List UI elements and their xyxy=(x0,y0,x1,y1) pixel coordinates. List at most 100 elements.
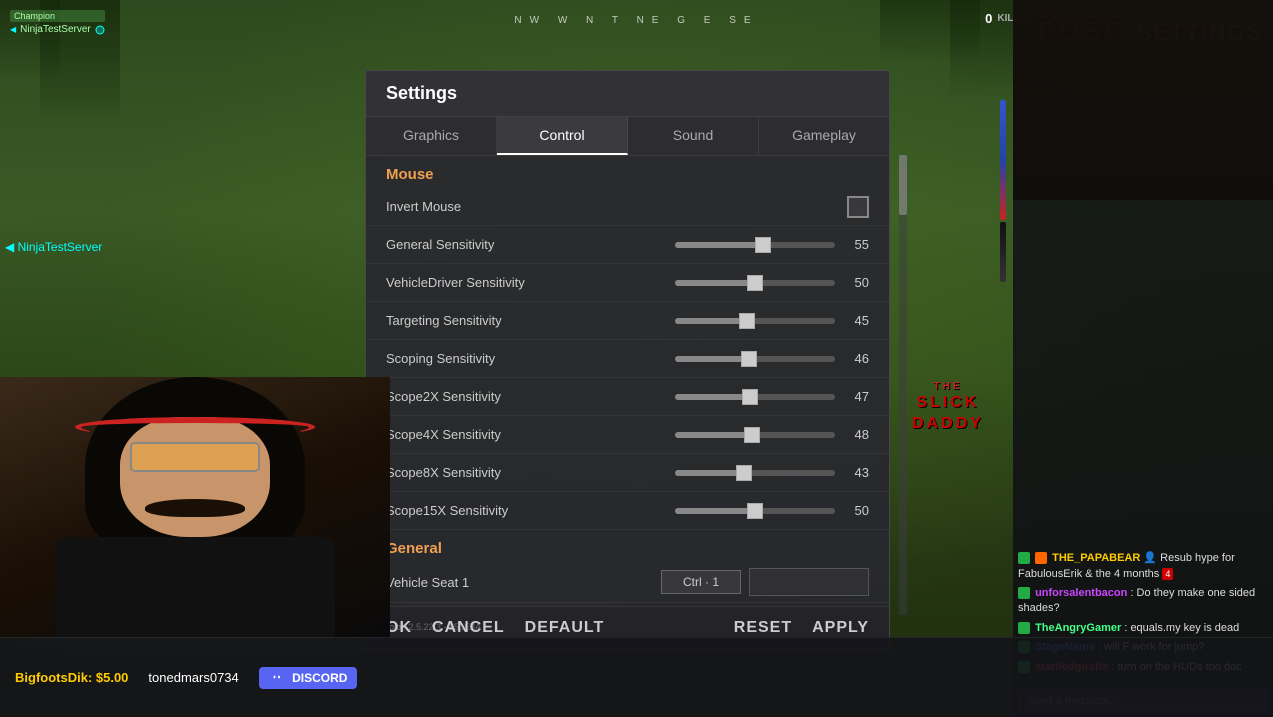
scope2x-sensitivity-thumb[interactable] xyxy=(742,389,758,405)
hud-top-left: Champion NinjaTestServer xyxy=(10,10,105,35)
slick-daddy-slick: SLICK xyxy=(912,393,984,414)
general-sensitivity-label: General Sensitivity xyxy=(386,237,675,252)
tab-control[interactable]: Control xyxy=(497,117,628,155)
scope15x-sensitivity-track[interactable] xyxy=(675,508,835,514)
apply-button[interactable]: APPLY xyxy=(812,619,869,637)
settings-scrollbar[interactable] xyxy=(899,155,907,615)
vehicledriver-sensitivity-track[interactable] xyxy=(675,280,835,286)
badge-icon xyxy=(1035,552,1047,564)
scope8x-sensitivity-control: 43 xyxy=(675,465,869,480)
default-button[interactable]: DEFAULT xyxy=(525,619,605,637)
scope15x-sensitivity-label: Scope15X Sensitivity xyxy=(386,503,675,518)
settings-panel: Settings Graphics Control Sound Gameplay… xyxy=(365,70,890,650)
sub-icon-2 xyxy=(1018,622,1030,634)
setting-row-scope2x-sensitivity: Scope2X Sensitivity 47 xyxy=(366,378,889,416)
scope15x-sensitivity-thumb[interactable] xyxy=(747,503,763,519)
general-sensitivity-track[interactable] xyxy=(675,242,835,248)
invert-mouse-checkbox[interactable] xyxy=(847,196,869,218)
general-sensitivity-fill xyxy=(675,242,763,248)
setting-row-scope4x-sensitivity: Scope4X Sensitivity 48 xyxy=(366,416,889,454)
scope4x-sensitivity-thumb[interactable] xyxy=(744,427,760,443)
targeting-sensitivity-value: 45 xyxy=(841,313,869,328)
reset-button[interactable]: RESET xyxy=(734,619,792,637)
weapon-strip-bottom xyxy=(1000,222,1006,282)
settings-tabs: Graphics Control Sound Gameplay xyxy=(366,117,889,156)
sub-badge-0: 4 xyxy=(1162,568,1173,580)
scoping-sensitivity-label: Scoping Sensitivity xyxy=(386,351,675,366)
setting-row-invert-mouse: Invert Mouse xyxy=(366,188,889,226)
discord-text: DISCORD xyxy=(292,671,347,685)
general-section-header: General xyxy=(366,530,889,562)
donation-text: BigfootsDik: $5.00 xyxy=(15,670,128,685)
setting-row-vehicledriver-sensitivity: VehicleDriver Sensitivity 50 xyxy=(366,264,889,302)
chat-text-2: : equals.my key is dead xyxy=(1124,622,1239,634)
vehicledriver-sensitivity-value: 50 xyxy=(841,275,869,290)
scoping-sensitivity-thumb[interactable] xyxy=(741,351,757,367)
setting-row-vehicle-seat-1: Vehicle Seat 1 Ctrl · 1 xyxy=(366,562,889,603)
scoping-sensitivity-track[interactable] xyxy=(675,356,835,362)
scope15x-sensitivity-control: 50 xyxy=(675,503,869,518)
chat-message-1: unforsalentbacon : Do they make one side… xyxy=(1018,586,1268,617)
weapon-bar xyxy=(993,100,1013,300)
scope15x-sensitivity-fill xyxy=(675,508,755,514)
scoping-sensitivity-value: 46 xyxy=(841,351,869,366)
tab-graphics[interactable]: Graphics xyxy=(366,117,497,155)
scope2x-sensitivity-label: Scope2X Sensitivity xyxy=(386,389,675,404)
sub-icon-1 xyxy=(1018,587,1030,599)
scope4x-sensitivity-label: Scope4X Sensitivity xyxy=(386,427,675,442)
vehicle-seat-1-secondary[interactable] xyxy=(749,568,869,596)
scope8x-sensitivity-track[interactable] xyxy=(675,470,835,476)
scope8x-sensitivity-value: 43 xyxy=(841,465,869,480)
slick-daddy-daddy: DADDY xyxy=(912,414,984,435)
player-name: NinjaTestServer xyxy=(20,24,91,35)
mouse-section-header: Mouse xyxy=(366,156,889,188)
chat-username-2: TheAngryGamer xyxy=(1035,622,1121,634)
scope8x-sensitivity-label: Scope8X Sensitivity xyxy=(386,465,675,480)
scope8x-sensitivity-thumb[interactable] xyxy=(736,465,752,481)
scope4x-sensitivity-control: 48 xyxy=(675,427,869,442)
scope2x-sensitivity-control: 47 xyxy=(675,389,869,404)
scope2x-sensitivity-track[interactable] xyxy=(675,394,835,400)
targeting-sensitivity-label: Targeting Sensitivity xyxy=(386,313,675,328)
scope8x-sensitivity-fill xyxy=(675,470,744,476)
chat-message-2: TheAngryGamer : equals.my key is dead xyxy=(1018,621,1268,636)
webcam-area xyxy=(0,377,390,637)
vehicle-seat-1-control: Ctrl · 1 xyxy=(661,568,869,596)
streamer-body xyxy=(55,537,335,637)
player-indicator-icon xyxy=(95,25,105,35)
tab-sound[interactable]: Sound xyxy=(628,117,759,155)
general-sensitivity-thumb[interactable] xyxy=(755,237,771,253)
subscriber-icon xyxy=(1018,552,1030,564)
vehicle-seat-1-keybind[interactable]: Ctrl · 1 xyxy=(661,570,741,594)
scoping-sensitivity-control: 46 xyxy=(675,351,869,366)
targeting-sensitivity-track[interactable] xyxy=(675,318,835,324)
footer-right-buttons: RESET APPLY xyxy=(734,619,869,637)
chat-panel: THE_PAPABEAR 👤 Resub hype for FabulousEr… xyxy=(1013,0,1273,717)
discord-icon xyxy=(269,672,285,684)
chat-avatar-0: 👤 xyxy=(1143,552,1160,564)
vehicledriver-sensitivity-control: 50 xyxy=(675,275,869,290)
chat-username-1: unforsalentbacon xyxy=(1035,587,1127,599)
weapon-strip-top xyxy=(1000,100,1006,220)
scope4x-sensitivity-track[interactable] xyxy=(675,432,835,438)
chat-top-area xyxy=(1013,0,1273,200)
scope2x-sensitivity-fill xyxy=(675,394,750,400)
vehicledriver-sensitivity-label: VehicleDriver Sensitivity xyxy=(386,275,675,290)
vehicle-seat-1-label: Vehicle Seat 1 xyxy=(386,575,661,590)
vehicledriver-sensitivity-fill xyxy=(675,280,755,286)
scope15x-sensitivity-value: 50 xyxy=(841,503,869,518)
streamer-mustache xyxy=(145,499,245,517)
scope4x-sensitivity-value: 48 xyxy=(841,427,869,442)
setting-row-scope8x-sensitivity: Scope8X Sensitivity 43 xyxy=(366,454,889,492)
settings-title: Settings xyxy=(366,71,889,117)
compass: NW W N T NE G E SE xyxy=(514,15,758,26)
targeting-sensitivity-control: 45 xyxy=(675,313,869,328)
setting-row-targeting-sensitivity: Targeting Sensitivity 45 xyxy=(366,302,889,340)
scrollbar-thumb[interactable] xyxy=(899,155,907,215)
setting-row-general-sensitivity: General Sensitivity 55 xyxy=(366,226,889,264)
invert-mouse-control xyxy=(847,196,869,218)
chat-message-0: THE_PAPABEAR 👤 Resub hype for FabulousEr… xyxy=(1018,551,1268,582)
vehicledriver-sensitivity-thumb[interactable] xyxy=(747,275,763,291)
tab-gameplay[interactable]: Gameplay xyxy=(759,117,889,155)
targeting-sensitivity-thumb[interactable] xyxy=(739,313,755,329)
